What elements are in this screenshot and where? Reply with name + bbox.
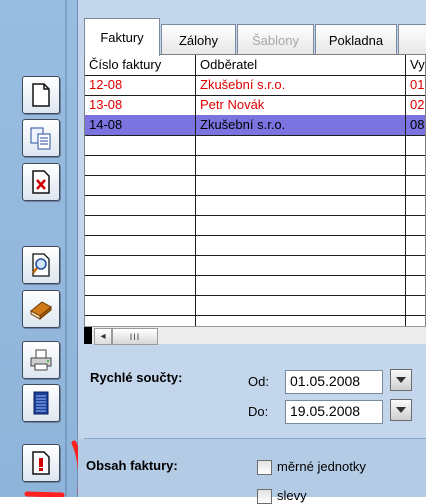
- column-header-number[interactable]: Číslo faktury: [85, 55, 199, 75]
- tab-faktury[interactable]: Faktury: [84, 18, 160, 56]
- scrollbar-thumb[interactable]: III: [112, 328, 158, 345]
- quick-sums-title: Rychlé součty:: [90, 370, 183, 385]
- date-to-label: Do:: [248, 404, 269, 419]
- column-divider: [405, 55, 406, 327]
- table-row-selected[interactable]: 14-08 Zkušební s.r.o. 08: [85, 115, 425, 136]
- empty-row[interactable]: [85, 195, 425, 216]
- empty-row[interactable]: [85, 255, 425, 276]
- invoice-extra: 08: [410, 117, 425, 132]
- new-document-icon: [32, 83, 50, 107]
- empty-row[interactable]: [85, 295, 425, 316]
- book-icon: [30, 301, 52, 321]
- date-from-label: Od:: [248, 374, 269, 389]
- table-header: Číslo faktury Odběratel Vy: [85, 55, 425, 76]
- preview-button[interactable]: [22, 246, 60, 284]
- empty-row[interactable]: [85, 275, 425, 296]
- toolbar-edge: [65, 0, 67, 497]
- left-toolbar: [0, 0, 78, 497]
- empty-row[interactable]: [85, 215, 425, 236]
- invoice-number: 14-08: [89, 117, 123, 132]
- scrollbar-cap: [84, 327, 92, 344]
- list-icon: [33, 391, 49, 415]
- column-header-extra[interactable]: Vy: [406, 55, 425, 75]
- units-checkbox[interactable]: [257, 460, 272, 475]
- invoice-number: 12-08: [89, 77, 123, 92]
- tab-overflow[interactable]: [398, 24, 426, 55]
- empty-row[interactable]: [85, 155, 425, 176]
- tab-zalohy[interactable]: Zálohy: [161, 24, 236, 55]
- delete-document-icon: [32, 170, 50, 194]
- units-checkbox-label[interactable]: měrné jednotky: [277, 459, 366, 474]
- invoice-extra: 02: [410, 97, 425, 112]
- tab-sablony: Šablony: [237, 24, 314, 55]
- chevron-down-icon: [396, 407, 406, 413]
- date-from-field[interactable]: 01.05.2008: [285, 370, 383, 394]
- copy-document-icon: [30, 127, 51, 150]
- date-from-dropdown[interactable]: [390, 369, 412, 391]
- chevron-down-icon: [396, 377, 406, 383]
- invoice-number: 13-08: [89, 97, 123, 112]
- scroll-left-button[interactable]: ◂: [94, 328, 112, 345]
- invoice-customer: Zkušební s.r.o.: [200, 117, 286, 132]
- preview-icon: [32, 253, 50, 277]
- tab-pokladna[interactable]: Pokladna: [315, 24, 397, 55]
- copy-document-button[interactable]: [22, 119, 60, 157]
- list-button[interactable]: [22, 384, 60, 422]
- chevron-left-icon: ◂: [100, 331, 106, 342]
- invoice-customer: Petr Novák: [200, 97, 265, 112]
- table-row[interactable]: 12-08 Zkušební s.r.o. 01: [85, 75, 425, 96]
- tab-label: Faktury: [100, 30, 144, 45]
- print-icon: [30, 349, 52, 371]
- column-divider: [195, 55, 196, 327]
- column-header-customer[interactable]: Odběratel: [196, 55, 410, 75]
- tab-label: Šablony: [252, 32, 299, 48]
- tab-label: Zálohy: [178, 32, 219, 48]
- delete-document-button[interactable]: [22, 163, 60, 201]
- book-button[interactable]: [22, 290, 60, 328]
- empty-row[interactable]: [85, 175, 425, 196]
- grip-icon: III: [129, 331, 141, 342]
- empty-row[interactable]: [85, 135, 425, 156]
- invoice-table[interactable]: Číslo faktury Odběratel Vy 12-08 Zkušebn…: [84, 54, 426, 344]
- red-annotation-mark: [24, 440, 84, 497]
- discounts-checkbox-label[interactable]: slevy: [277, 488, 307, 503]
- invoice-extra: 01: [410, 77, 425, 92]
- empty-row[interactable]: [85, 235, 425, 256]
- new-document-button[interactable]: [22, 76, 60, 114]
- date-to-dropdown[interactable]: [390, 399, 412, 421]
- date-to-field[interactable]: 19.05.2008: [285, 400, 383, 424]
- horizontal-scrollbar[interactable]: ◂ III: [84, 326, 426, 345]
- print-button[interactable]: [22, 341, 60, 379]
- tab-label: Pokladna: [328, 32, 384, 48]
- table-row[interactable]: 13-08 Petr Novák 02: [85, 95, 425, 116]
- invoice-content-title: Obsah faktury:: [86, 458, 178, 473]
- invoice-customer: Zkušební s.r.o.: [200, 77, 286, 92]
